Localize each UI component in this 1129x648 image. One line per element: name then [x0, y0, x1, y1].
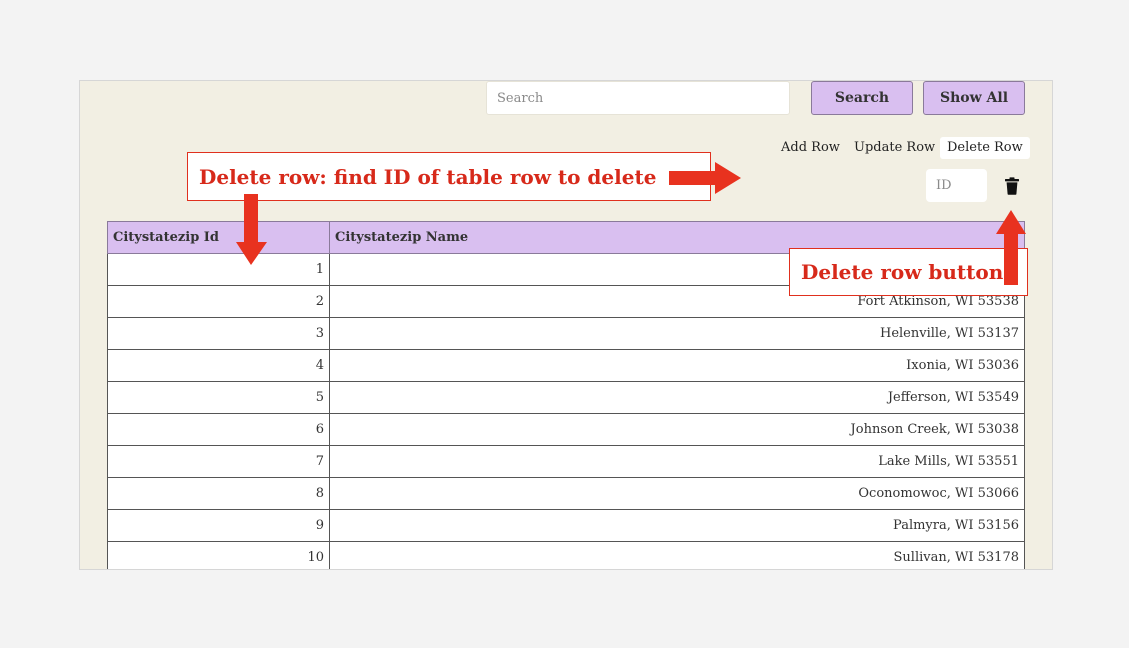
cell-id: 8	[107, 477, 330, 510]
table-row[interactable]: 4 Ixonia, WI 53036	[107, 349, 1025, 382]
arrow-up-icon	[996, 210, 1026, 285]
tab-update-row[interactable]: Update Row	[847, 137, 942, 159]
cell-id: 6	[107, 413, 330, 446]
cell-name: Johnson Creek, WI 53038	[329, 413, 1025, 446]
tab-delete-row[interactable]: Delete Row	[940, 137, 1030, 159]
cell-name: Lake Mills, WI 53551	[329, 445, 1025, 478]
table-row[interactable]: 9 Palmyra, WI 53156	[107, 509, 1025, 542]
table-row[interactable]: 3 Helenville, WI 53137	[107, 317, 1025, 350]
cell-name: Palmyra, WI 53156	[329, 509, 1025, 542]
cell-id: 9	[107, 509, 330, 542]
cell-id: 1	[107, 253, 330, 286]
table-row[interactable]: 6 Johnson Creek, WI 53038	[107, 413, 1025, 446]
cell-id: 7	[107, 445, 330, 478]
cell-name: Ixonia, WI 53036	[329, 349, 1025, 382]
table-row[interactable]: 8 Oconomowoc, WI 53066	[107, 477, 1025, 510]
search-button[interactable]: Search	[811, 81, 913, 115]
annotation-delete-button: Delete row button	[789, 248, 1028, 296]
arrow-right-icon	[669, 162, 741, 194]
show-all-button[interactable]: Show All	[923, 81, 1025, 115]
annotation-delete-button-text: Delete row button	[801, 260, 1004, 284]
cell-name: Helenville, WI 53137	[329, 317, 1025, 350]
cell-name: Oconomowoc, WI 53066	[329, 477, 1025, 510]
table-row[interactable]: 7 Lake Mills, WI 53551	[107, 445, 1025, 478]
arrow-down-icon	[236, 194, 267, 265]
search-input[interactable]	[486, 81, 790, 115]
cell-id: 3	[107, 317, 330, 350]
table-row[interactable]: 10 Sullivan, WI 53178	[107, 541, 1025, 569]
cell-name: Sullivan, WI 53178	[329, 541, 1025, 569]
cell-name: Jefferson, WI 53549	[329, 381, 1025, 414]
delete-id-input[interactable]	[926, 169, 987, 202]
annotation-find-id-text: Delete row: find ID of table row to dele…	[199, 164, 657, 189]
tab-add-row[interactable]: Add Row	[774, 137, 847, 159]
cell-id: 5	[107, 381, 330, 414]
cell-id: 10	[107, 541, 330, 569]
column-header-id[interactable]: Citystatezip Id	[107, 221, 330, 254]
cell-id: 2	[107, 285, 330, 318]
trash-icon[interactable]	[1004, 177, 1020, 195]
table-row[interactable]: 5 Jefferson, WI 53549	[107, 381, 1025, 414]
cell-id: 4	[107, 349, 330, 382]
